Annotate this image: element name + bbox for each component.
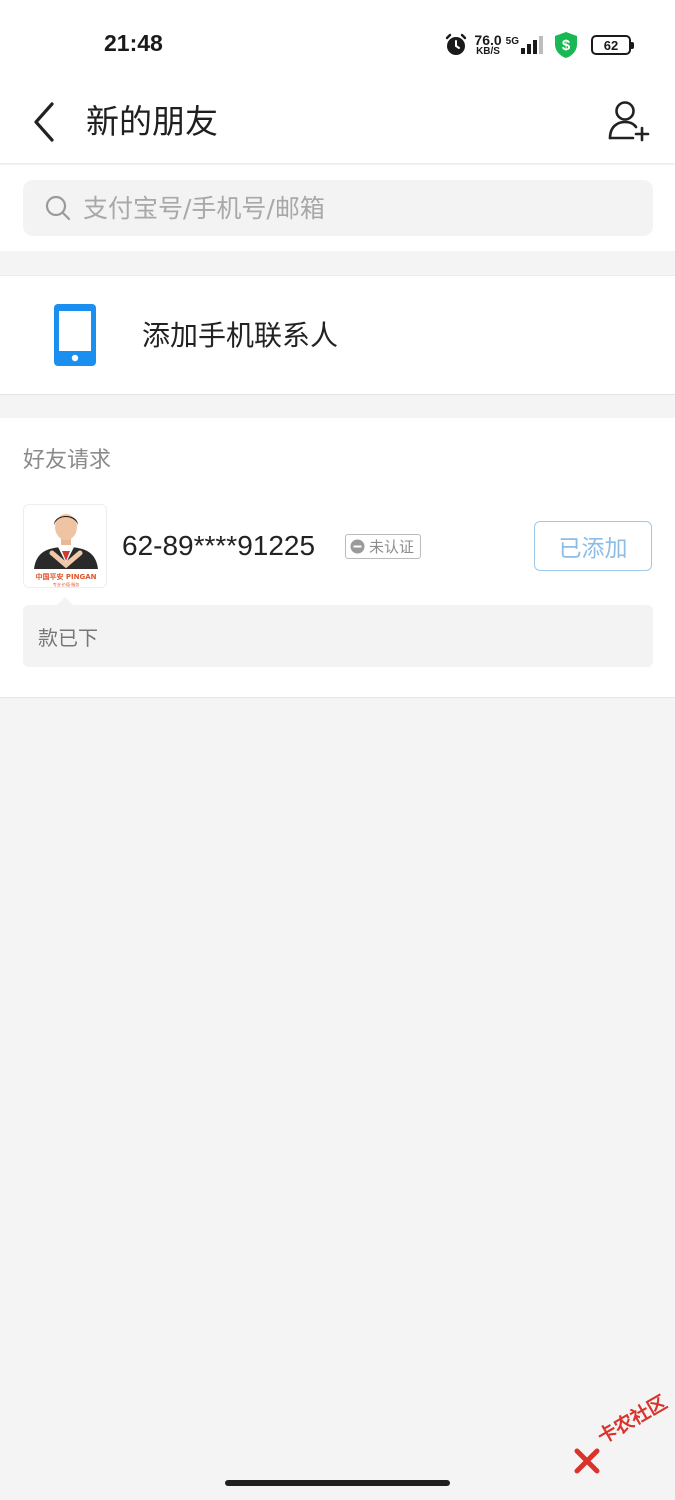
request-message-text: 款已下 [38, 626, 98, 650]
status-time: 21:48 [104, 30, 163, 56]
watermark: 卡农社区 [574, 1391, 674, 1474]
back-arrow-icon[interactable] [28, 100, 64, 144]
cellular-signal: 5G [506, 36, 543, 54]
add-phone-contacts-row[interactable]: 添加手机联系人 [0, 275, 675, 395]
search-icon [45, 195, 71, 221]
alarm-icon [446, 33, 467, 55]
status-bar: 21:48 76.0 KB/S 5G $ 62 [0, 0, 675, 86]
friend-requests-header: 好友请求 [23, 448, 112, 473]
battery-level: 62 [603, 37, 619, 53]
battery-icon: 62 [591, 35, 634, 55]
avatar-image: 中国平安 PINGAN 专业·价值·服务 [24, 505, 106, 587]
unverified-badge-label: 未认证 [369, 538, 415, 556]
home-indicator[interactable] [225, 1480, 450, 1486]
avatar-caption-sub: 专业·价值·服务 [53, 581, 80, 587]
network-type: 5G [505, 36, 519, 47]
add-phone-contacts-label: 添加手机联系人 [142, 319, 339, 352]
search-input[interactable] [83, 180, 623, 236]
signal-bars-icon [521, 36, 543, 54]
minus-circle-icon [350, 539, 365, 554]
friend-request-name: 62-89****91225 [122, 530, 316, 561]
added-button[interactable]: 已添加 [534, 521, 652, 571]
watermark-logo-icon [574, 1448, 600, 1474]
watermark-text: 卡农社区 [594, 1391, 671, 1449]
net-speed: 76.0 KB/S [474, 33, 501, 57]
avatar[interactable]: 中国平安 PINGAN 专业·价值·服务 [23, 504, 107, 588]
search-section [0, 165, 675, 251]
request-message-bubble: 款已下 [23, 597, 653, 667]
unverified-badge: 未认证 [345, 534, 422, 559]
avatar-caption: 中国平安 PINGAN [35, 572, 96, 581]
net-speed-value: 76.0 [474, 32, 502, 48]
status-icons: 76.0 KB/S 5G $ 62 [444, 30, 634, 60]
nav-bar: 新的朋友 [0, 86, 675, 164]
search-box[interactable] [23, 180, 653, 236]
page-title: 新的朋友 [86, 102, 218, 141]
friend-requests-section: 好友请求 中国平安 PINGAN 专业·价值·服务 62-89****91225… [0, 418, 675, 698]
net-speed-unit: KB/S [476, 46, 500, 57]
add-friend-icon[interactable] [607, 98, 651, 142]
mobile-phone-icon [54, 304, 96, 366]
svg-text:$: $ [562, 37, 571, 54]
security-shield-icon: $ [555, 32, 577, 58]
